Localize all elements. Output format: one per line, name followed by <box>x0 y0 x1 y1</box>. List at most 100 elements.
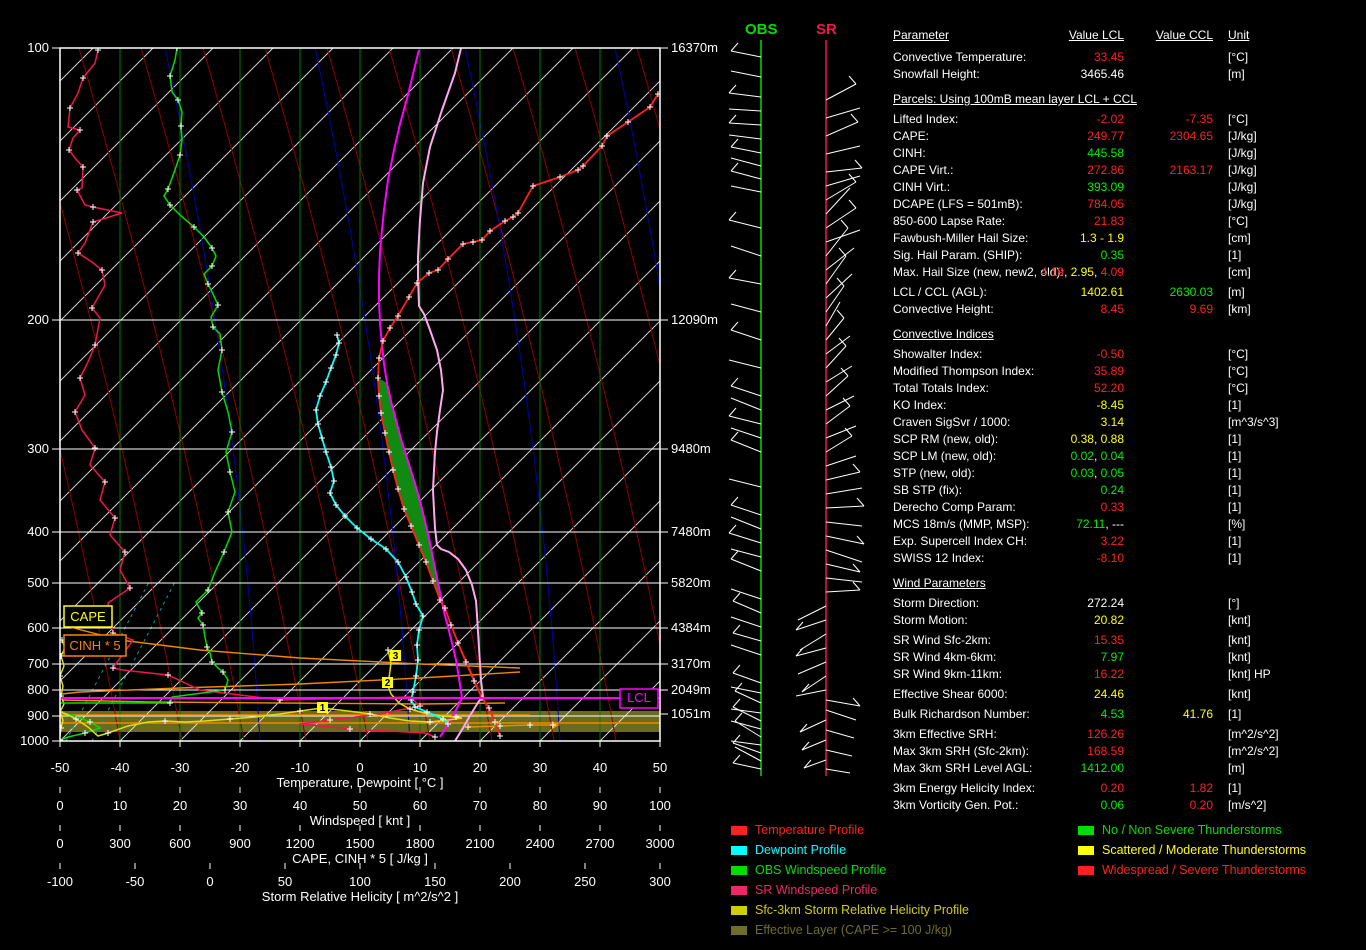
svg-text:200: 200 <box>27 312 49 327</box>
svg-text:-20: -20 <box>231 760 250 775</box>
svg-text:40: 40 <box>593 760 607 775</box>
table-section-header: Wind Parameters <box>893 576 986 590</box>
param-row: Lifted Index: -2.02 -7.35 [°C] <box>893 112 1249 126</box>
param-row: SR Wind 9km-11km: 16.22 [knt] HP <box>893 667 1271 681</box>
svg-text:7480m: 7480m <box>671 524 711 539</box>
param-row: Max. Hail Size (new, new2, old): 4.19, 2.… <box>893 265 1251 279</box>
param-row: Showalter Index: -0.50 [°C] <box>893 347 1249 361</box>
svg-text:600: 600 <box>27 620 49 635</box>
svg-text:70: 70 <box>473 798 487 813</box>
legend-swatch <box>1078 846 1094 855</box>
svg-text:16370m: 16370m <box>671 40 718 55</box>
parameters-table: Parameter Value LCL Value CCL Unit Convectiv… <box>893 27 1366 827</box>
svg-text:1051m: 1051m <box>671 706 711 721</box>
param-row: KO Index: -8.45 [1] <box>893 398 1242 412</box>
svg-text:100: 100 <box>27 40 49 55</box>
svg-text:CINH * 5: CINH * 5 <box>69 638 120 653</box>
param-row: Craven SigSvr / 1000: 3.14 [m^3/s^3] <box>893 415 1279 429</box>
svg-text:600: 600 <box>169 836 191 851</box>
param-row: Convective Height: 8.45 9.69 [km] <box>893 302 1251 316</box>
table-section-header: Convective Indices <box>893 327 994 341</box>
legend-swatch <box>1078 826 1094 835</box>
param-row: SB STP (fix): 0.24 [1] <box>893 483 1242 497</box>
svg-text:200: 200 <box>499 874 521 889</box>
svg-text:300: 300 <box>27 441 49 456</box>
svg-text:2100: 2100 <box>466 836 495 851</box>
cinh-box-label: CINH * 5 <box>63 634 127 657</box>
param-row: STP (new, old): 0.03, 0.05 [1] <box>893 466 1242 480</box>
table-column-headers: Parameter Value LCL Value CCL Unit <box>893 28 1250 42</box>
param-row: LCL / CCL (AGL): 1402.61 2630.03 [m] <box>893 285 1245 299</box>
param-row: 850-600 Lapse Rate: 21.83 [°C] <box>893 214 1249 228</box>
svg-text:250: 250 <box>574 874 596 889</box>
svg-text:2700: 2700 <box>586 836 615 851</box>
svg-text:500: 500 <box>27 575 49 590</box>
svg-text:0: 0 <box>206 874 213 889</box>
param-row: Fawbush-Miller Hail Size: 1.3 - 1.9 [cm] <box>893 231 1251 245</box>
svg-text:800: 800 <box>27 682 49 697</box>
svg-text:1200: 1200 <box>286 836 315 851</box>
svg-text:3170m: 3170m <box>671 656 711 671</box>
svg-text:LCL: LCL <box>627 690 651 705</box>
legend-label: Scattered / Moderate Thunderstorms <box>1102 843 1307 857</box>
param-row: CAPE: 249.77 2304.65 [J/kg] <box>893 129 1257 143</box>
svg-text:5820m: 5820m <box>671 575 711 590</box>
svg-text:150: 150 <box>424 874 446 889</box>
param-row: Max 3km SRH Level AGL: 1412.00 [m] <box>893 761 1245 775</box>
svg-text:1000: 1000 <box>20 733 49 748</box>
param-row: MCS 18m/s (MMP, MSP): 72.11, --- [%] <box>893 517 1246 531</box>
param-row: CAPE Virt.: 272.86 2163.17 [J/kg] <box>893 163 1257 177</box>
svg-text:3: 3 <box>393 651 399 662</box>
param-row: SCP RM (new, old): 0.38, 0.88 [1] <box>893 432 1242 446</box>
param-row: Effective Shear 6000: 24.46 [knt] <box>893 687 1251 701</box>
param-row: Storm Direction: 272.24 [°] <box>893 596 1240 610</box>
param-row: 3km Effective SRH: 126.26 [m^2/s^2] <box>893 727 1279 741</box>
param-row: Storm Motion: 20.82 [knt] <box>893 613 1251 627</box>
param-row: Max 3km SRH (Sfc-2km): 168.59 [m^2/s^2] <box>893 744 1279 758</box>
param-row: Exp. Supercell Index CH: 3.22 [1] <box>893 534 1242 548</box>
svg-text:50: 50 <box>353 798 367 813</box>
svg-text:50: 50 <box>278 874 292 889</box>
svg-text:-40: -40 <box>111 760 130 775</box>
svg-text:-100: -100 <box>47 874 73 889</box>
param-row: SWISS 12 Index: -8.10 [1] <box>893 551 1242 565</box>
param-row: SR Wind 4km-6km: 7.97 [knt] <box>893 650 1251 664</box>
param-row: Derecho Comp Param: 0.33 [1] <box>893 500 1242 514</box>
param-row: DCAPE (LFS = 501mB): 784.05 [J/kg] <box>893 197 1257 211</box>
svg-text:300: 300 <box>109 836 131 851</box>
svg-text:0: 0 <box>56 798 63 813</box>
svg-text:900: 900 <box>27 708 49 723</box>
svg-text:80: 80 <box>533 798 547 813</box>
param-row: Bulk Richardson Number: 4.53 41.76 [1] <box>893 707 1242 721</box>
table-section-header: Parcels: Using 100mB mean layer LCL + CC… <box>893 92 1137 106</box>
svg-text:60: 60 <box>413 798 427 813</box>
svg-text:9480m: 9480m <box>671 441 711 456</box>
svg-text:2049m: 2049m <box>671 682 711 697</box>
svg-text:30: 30 <box>233 798 247 813</box>
svg-text:3000: 3000 <box>646 836 675 851</box>
param-row: CINH: 445.58 [J/kg] <box>893 146 1257 160</box>
param-row: Convective Temperature: 33.45 [°C] <box>893 50 1249 64</box>
param-row: Total Totals Index: 52.20 [°C] <box>893 381 1249 395</box>
svg-text:400: 400 <box>27 524 49 539</box>
svg-text:-50: -50 <box>51 760 70 775</box>
param-row: 3km Vorticity Gen. Pot.: 0.06 0.20 [m/s^2] <box>893 798 1267 812</box>
param-row: SR Wind Sfc-2km: 15.35 [knt] <box>893 633 1251 647</box>
sr-wind-column-label: SR <box>816 21 837 38</box>
skewt-chart: 321CAPECINH * 5LCL1002003004005006007008… <box>0 0 890 950</box>
skewt-sounding-app: Station: 06610 Payerne (LSMP) Date: 23.0… <box>0 0 1366 950</box>
param-row: Sig. Hail Param. (SHIP): 0.35 [1] <box>893 248 1242 262</box>
svg-text:20: 20 <box>473 760 487 775</box>
svg-text:100: 100 <box>649 798 671 813</box>
svg-text:1: 1 <box>320 703 326 714</box>
param-row: 3km Energy Helicity Index: 0.20 1.82 [1] <box>893 781 1242 795</box>
svg-text:-30: -30 <box>171 760 190 775</box>
param-row: SCP LM (new, old): 0.02, 0.04 [1] <box>893 449 1242 463</box>
cape-box-label: CAPE <box>63 605 113 628</box>
param-row: Snowfall Height: 3465.46 [m] <box>893 67 1245 81</box>
param-row: CINH Virt.: 393.09 [J/kg] <box>893 180 1257 194</box>
svg-text:10: 10 <box>413 760 427 775</box>
obs-wind-column-label: OBS <box>745 21 778 38</box>
svg-text:-50: -50 <box>126 874 145 889</box>
svg-text:900: 900 <box>229 836 251 851</box>
